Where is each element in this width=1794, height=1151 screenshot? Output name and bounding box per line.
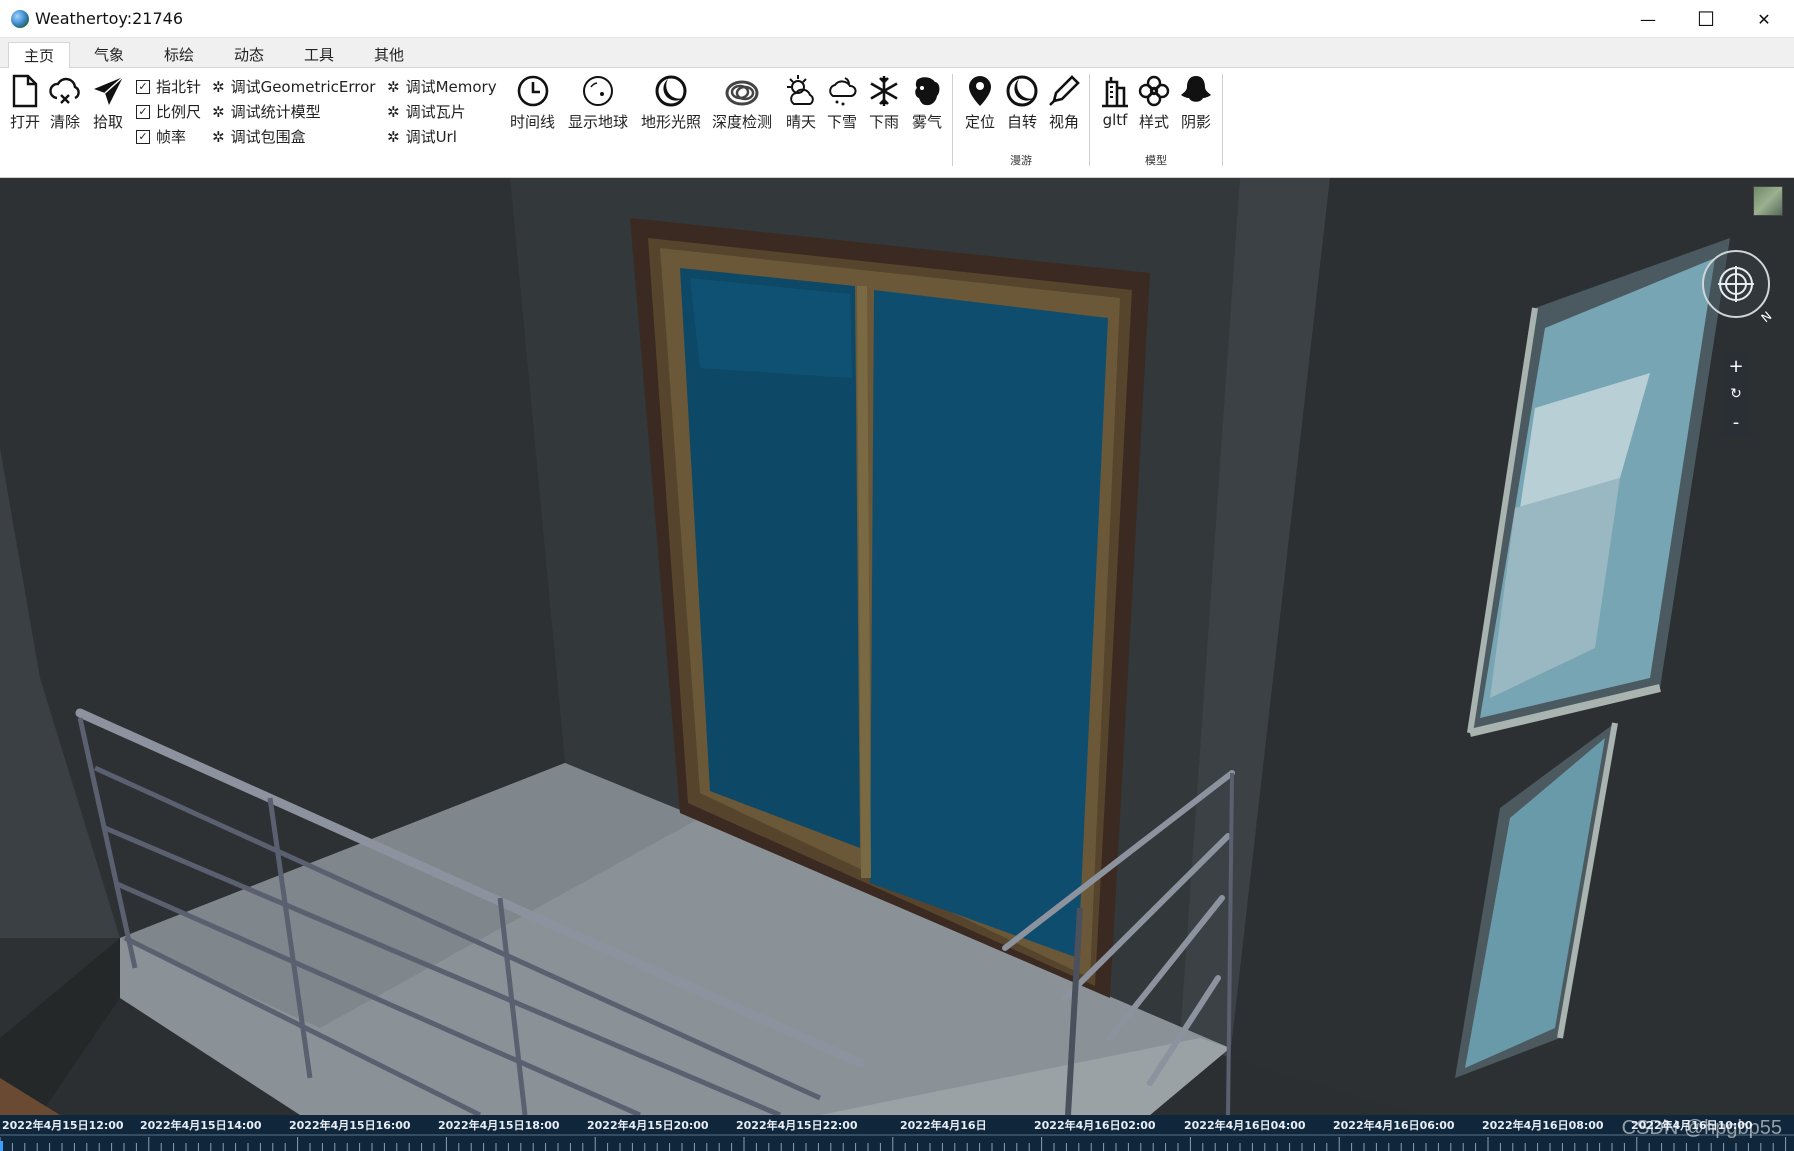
check-icon: ✓ [136, 79, 150, 94]
globe-app-icon [11, 10, 29, 28]
timeline-bar[interactable]: 2022年4月15日12:00 2022年4月15日14:00 2022年4月1… [0, 1115, 1794, 1151]
ghost-shadow-icon [1181, 76, 1211, 102]
maximize-button[interactable]: ☐ [1677, 0, 1735, 38]
globe-icon [583, 76, 613, 106]
scene-rendering [0, 178, 1794, 1115]
cloud-clear-icon [49, 77, 80, 104]
check-icon: ✓ [136, 104, 150, 119]
show-globe-button[interactable]: 显示地球 [568, 74, 628, 132]
depth-test-button[interactable]: 深度检测 [712, 74, 772, 132]
timeline-label: 2022年4月16日08:00 [1482, 1119, 1604, 1132]
window-title: Weathertoy:21746 [35, 9, 184, 28]
group-separator [1089, 74, 1090, 166]
timeline-label: 2022年4月16日 [900, 1119, 987, 1132]
timeline-button[interactable]: 时间线 [510, 74, 555, 132]
flower-style-icon [1138, 75, 1170, 107]
rotate-button[interactable]: 自转 [1005, 74, 1039, 132]
timeline-label: 2022年4月15日16:00 [289, 1119, 411, 1132]
terrain-lighting-button[interactable]: 地形光照 [641, 74, 701, 132]
shadow-button[interactable]: 阴影 [1179, 74, 1213, 132]
watermark-text: CSDN @hpgbp55 [1621, 1117, 1782, 1139]
snow-cloud-icon [829, 77, 857, 106]
rain-button[interactable]: 下雨 [867, 74, 901, 132]
location-pin-icon [969, 76, 991, 106]
group-separator [1222, 74, 1223, 166]
bug-icon: ✲ [212, 102, 225, 121]
gltf-button[interactable]: gltf [1098, 74, 1132, 129]
timeline-label: 2022年4月15日14:00 [140, 1119, 262, 1132]
bug-icon: ✲ [387, 77, 400, 96]
model-group-label: 模型 [1145, 154, 1167, 167]
moon-icon [655, 75, 687, 107]
style-button[interactable]: 样式 [1137, 74, 1171, 132]
clock-icon [517, 75, 548, 107]
ribbon-panel: 打开 清除 拾取 ✓ 指北针 ✓ 比例尺 ✓ 帧率 ✲ 调试GeometricError… [0, 68, 1794, 178]
bug-icon: ✲ [387, 102, 400, 121]
checkbox-scale[interactable]: ✓ 比例尺 [136, 101, 201, 122]
ribbon-tabs: 主页 气象 标绘 动态 工具 其他 [0, 38, 1794, 69]
timeline-label: 2022年4月16日04:00 [1184, 1119, 1306, 1132]
locate-button[interactable]: 定位 [963, 74, 997, 132]
tab-weather[interactable]: 气象 [78, 42, 140, 68]
timeline-label: 2022年4月16日06:00 [1333, 1119, 1455, 1132]
view-angle-icon [1049, 75, 1080, 106]
base-layer-picker[interactable] [1753, 186, 1783, 216]
tab-plotting[interactable]: 标绘 [148, 42, 210, 68]
debug-statistics-model[interactable]: ✲ 调试统计模型 [212, 101, 321, 122]
timeline-label: 2022年4月15日18:00 [438, 1119, 560, 1132]
debug-geometric-error[interactable]: ✲ 调试GeometricError [212, 76, 375, 97]
building-icon [1102, 77, 1128, 108]
sunny-icon [787, 75, 814, 105]
snowflake-icon [870, 76, 898, 106]
reset-view-button[interactable]: ↻ [1722, 380, 1750, 408]
bug-icon: ✲ [387, 127, 400, 146]
debug-tiles[interactable]: ✲ 调试瓦片 [387, 101, 466, 122]
timeline-label: 2022年4月15日12:00 [2, 1119, 124, 1132]
fog-icon [915, 77, 940, 106]
view-angle-button[interactable]: 视角 [1047, 74, 1081, 132]
sunny-button[interactable]: 晴天 [784, 74, 818, 132]
layers-cloud-icon [725, 80, 759, 106]
pick-button[interactable]: 拾取 [91, 74, 125, 132]
fog-button[interactable]: 雾气 [910, 74, 944, 132]
snow-button[interactable]: 下雪 [825, 74, 859, 132]
check-icon: ✓ [136, 129, 150, 144]
debug-url[interactable]: ✲ 调试Url [387, 126, 457, 147]
rotate-icon [1006, 75, 1038, 107]
timeline-label: 2022年4月15日22:00 [736, 1119, 858, 1132]
checkbox-fps[interactable]: ✓ 帧率 [136, 126, 186, 147]
bug-icon: ✲ [212, 77, 225, 96]
tab-other[interactable]: 其他 [358, 42, 420, 68]
file-icon [12, 74, 38, 108]
pointer-icon [94, 76, 124, 105]
debug-bounding-box[interactable]: ✲ 调试包围盒 [212, 126, 306, 147]
group-separator [952, 74, 953, 166]
zoom-out-button[interactable]: - [1722, 408, 1750, 436]
roam-group-label: 漫游 [1010, 154, 1032, 167]
tab-dynamic[interactable]: 动态 [218, 42, 280, 68]
clear-button[interactable]: 清除 [48, 74, 82, 132]
timeline-label: 2022年4月15日20:00 [587, 1119, 709, 1132]
tab-home[interactable]: 主页 [8, 42, 70, 69]
debug-memory[interactable]: ✲ 调试Memory [387, 76, 497, 97]
zoom-in-button[interactable]: + [1722, 352, 1750, 380]
open-button[interactable]: 打开 [8, 74, 42, 132]
3d-viewport[interactable]: N + ↻ - [0, 178, 1794, 1115]
tab-tools[interactable]: 工具 [288, 42, 350, 68]
timeline-label: 2022年4月16日02:00 [1034, 1119, 1156, 1132]
checkbox-compass[interactable]: ✓ 指北针 [136, 76, 201, 97]
bug-icon: ✲ [212, 127, 225, 146]
close-button[interactable]: ✕ [1735, 0, 1793, 38]
minimize-button[interactable]: — [1619, 0, 1677, 38]
title-bar: Weathertoy:21746 — ☐ ✕ [0, 0, 1794, 38]
